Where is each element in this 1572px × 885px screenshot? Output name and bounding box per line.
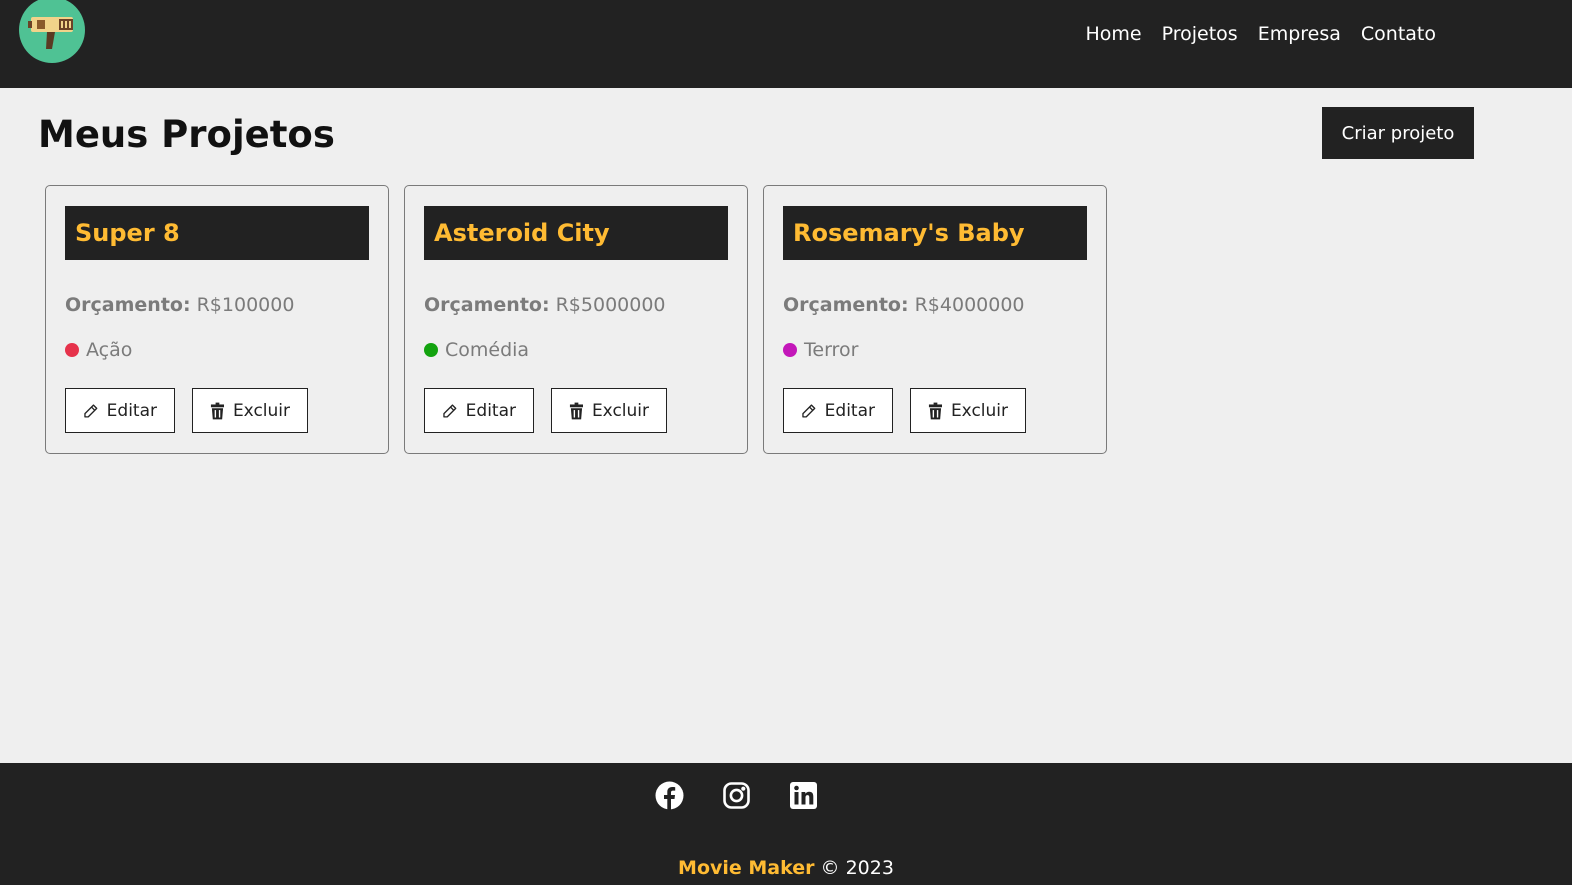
trash-icon <box>569 402 584 419</box>
category-dot-icon <box>65 343 79 357</box>
delete-button[interactable]: Excluir <box>192 388 308 433</box>
project-category: Terror <box>783 339 858 361</box>
social-links <box>655 781 818 810</box>
budget-value: R$5000000 <box>549 294 666 316</box>
edit-button[interactable]: Editar <box>65 388 175 433</box>
footer: Movie Maker © 2023 <box>0 763 1572 885</box>
card-actions: Editar Excluir <box>783 388 1026 433</box>
budget-label: Orçamento: <box>424 294 550 316</box>
project-budget: Orçamento: R$4000000 <box>783 294 1025 316</box>
footer-brand: Movie Maker <box>678 857 815 879</box>
trash-icon <box>928 402 943 419</box>
edit-label: Editar <box>106 400 157 421</box>
nav-link-home[interactable]: Home <box>1085 22 1141 46</box>
delete-button[interactable]: Excluir <box>910 388 1026 433</box>
delete-button[interactable]: Excluir <box>551 388 667 433</box>
budget-label: Orçamento: <box>783 294 909 316</box>
project-category: Ação <box>65 339 132 361</box>
facebook-icon[interactable] <box>655 781 684 810</box>
project-title: Asteroid City <box>424 206 728 260</box>
create-project-button[interactable]: Criar projeto <box>1322 107 1474 159</box>
project-title: Rosemary's Baby <box>783 206 1087 260</box>
project-card: Rosemary's Baby Orçamento: R$4000000 Ter… <box>763 185 1107 454</box>
navbar: Home Projetos Empresa Contato <box>0 0 1572 88</box>
project-title: Super 8 <box>65 206 369 260</box>
category-dot-icon <box>783 343 797 357</box>
category-label: Ação <box>86 339 133 361</box>
budget-label: Orçamento: <box>65 294 191 316</box>
page-title: Meus Projetos <box>38 113 335 156</box>
nav-link-empresa[interactable]: Empresa <box>1258 22 1341 46</box>
delete-label: Excluir <box>591 400 649 421</box>
project-card: Asteroid City Orçamento: R$5000000 Coméd… <box>404 185 748 454</box>
project-budget: Orçamento: R$5000000 <box>424 294 666 316</box>
delete-label: Excluir <box>950 400 1008 421</box>
nav-link-projetos[interactable]: Projetos <box>1162 22 1238 46</box>
instagram-icon[interactable] <box>722 781 751 810</box>
category-label: Terror <box>804 339 859 361</box>
pencil-icon <box>84 403 98 418</box>
copyright-year: © 2023 <box>814 857 894 879</box>
budget-value: R$100000 <box>190 294 295 316</box>
project-category: Comédia <box>424 339 529 361</box>
budget-value: R$4000000 <box>908 294 1025 316</box>
category-label: Comédia <box>445 339 530 361</box>
edit-label: Editar <box>465 400 516 421</box>
project-card: Super 8 Orçamento: R$100000 Ação Editar … <box>45 185 389 454</box>
delete-label: Excluir <box>232 400 290 421</box>
film-camera-logo-icon[interactable] <box>19 0 85 63</box>
trash-icon <box>210 402 225 419</box>
pencil-icon <box>443 403 457 418</box>
copyright: Movie Maker © 2023 <box>0 857 1572 879</box>
category-dot-icon <box>424 343 438 357</box>
project-budget: Orçamento: R$100000 <box>65 294 294 316</box>
pencil-icon <box>802 403 816 418</box>
edit-button[interactable]: Editar <box>424 388 534 433</box>
linkedin-icon[interactable] <box>789 781 818 810</box>
nav-link-contato[interactable]: Contato <box>1361 22 1436 46</box>
nav-links: Home Projetos Empresa Contato <box>1085 22 1436 46</box>
card-actions: Editar Excluir <box>424 388 667 433</box>
project-list: Super 8 Orçamento: R$100000 Ação Editar … <box>45 185 1107 454</box>
card-actions: Editar Excluir <box>65 388 308 433</box>
edit-button[interactable]: Editar <box>783 388 893 433</box>
edit-label: Editar <box>824 400 875 421</box>
